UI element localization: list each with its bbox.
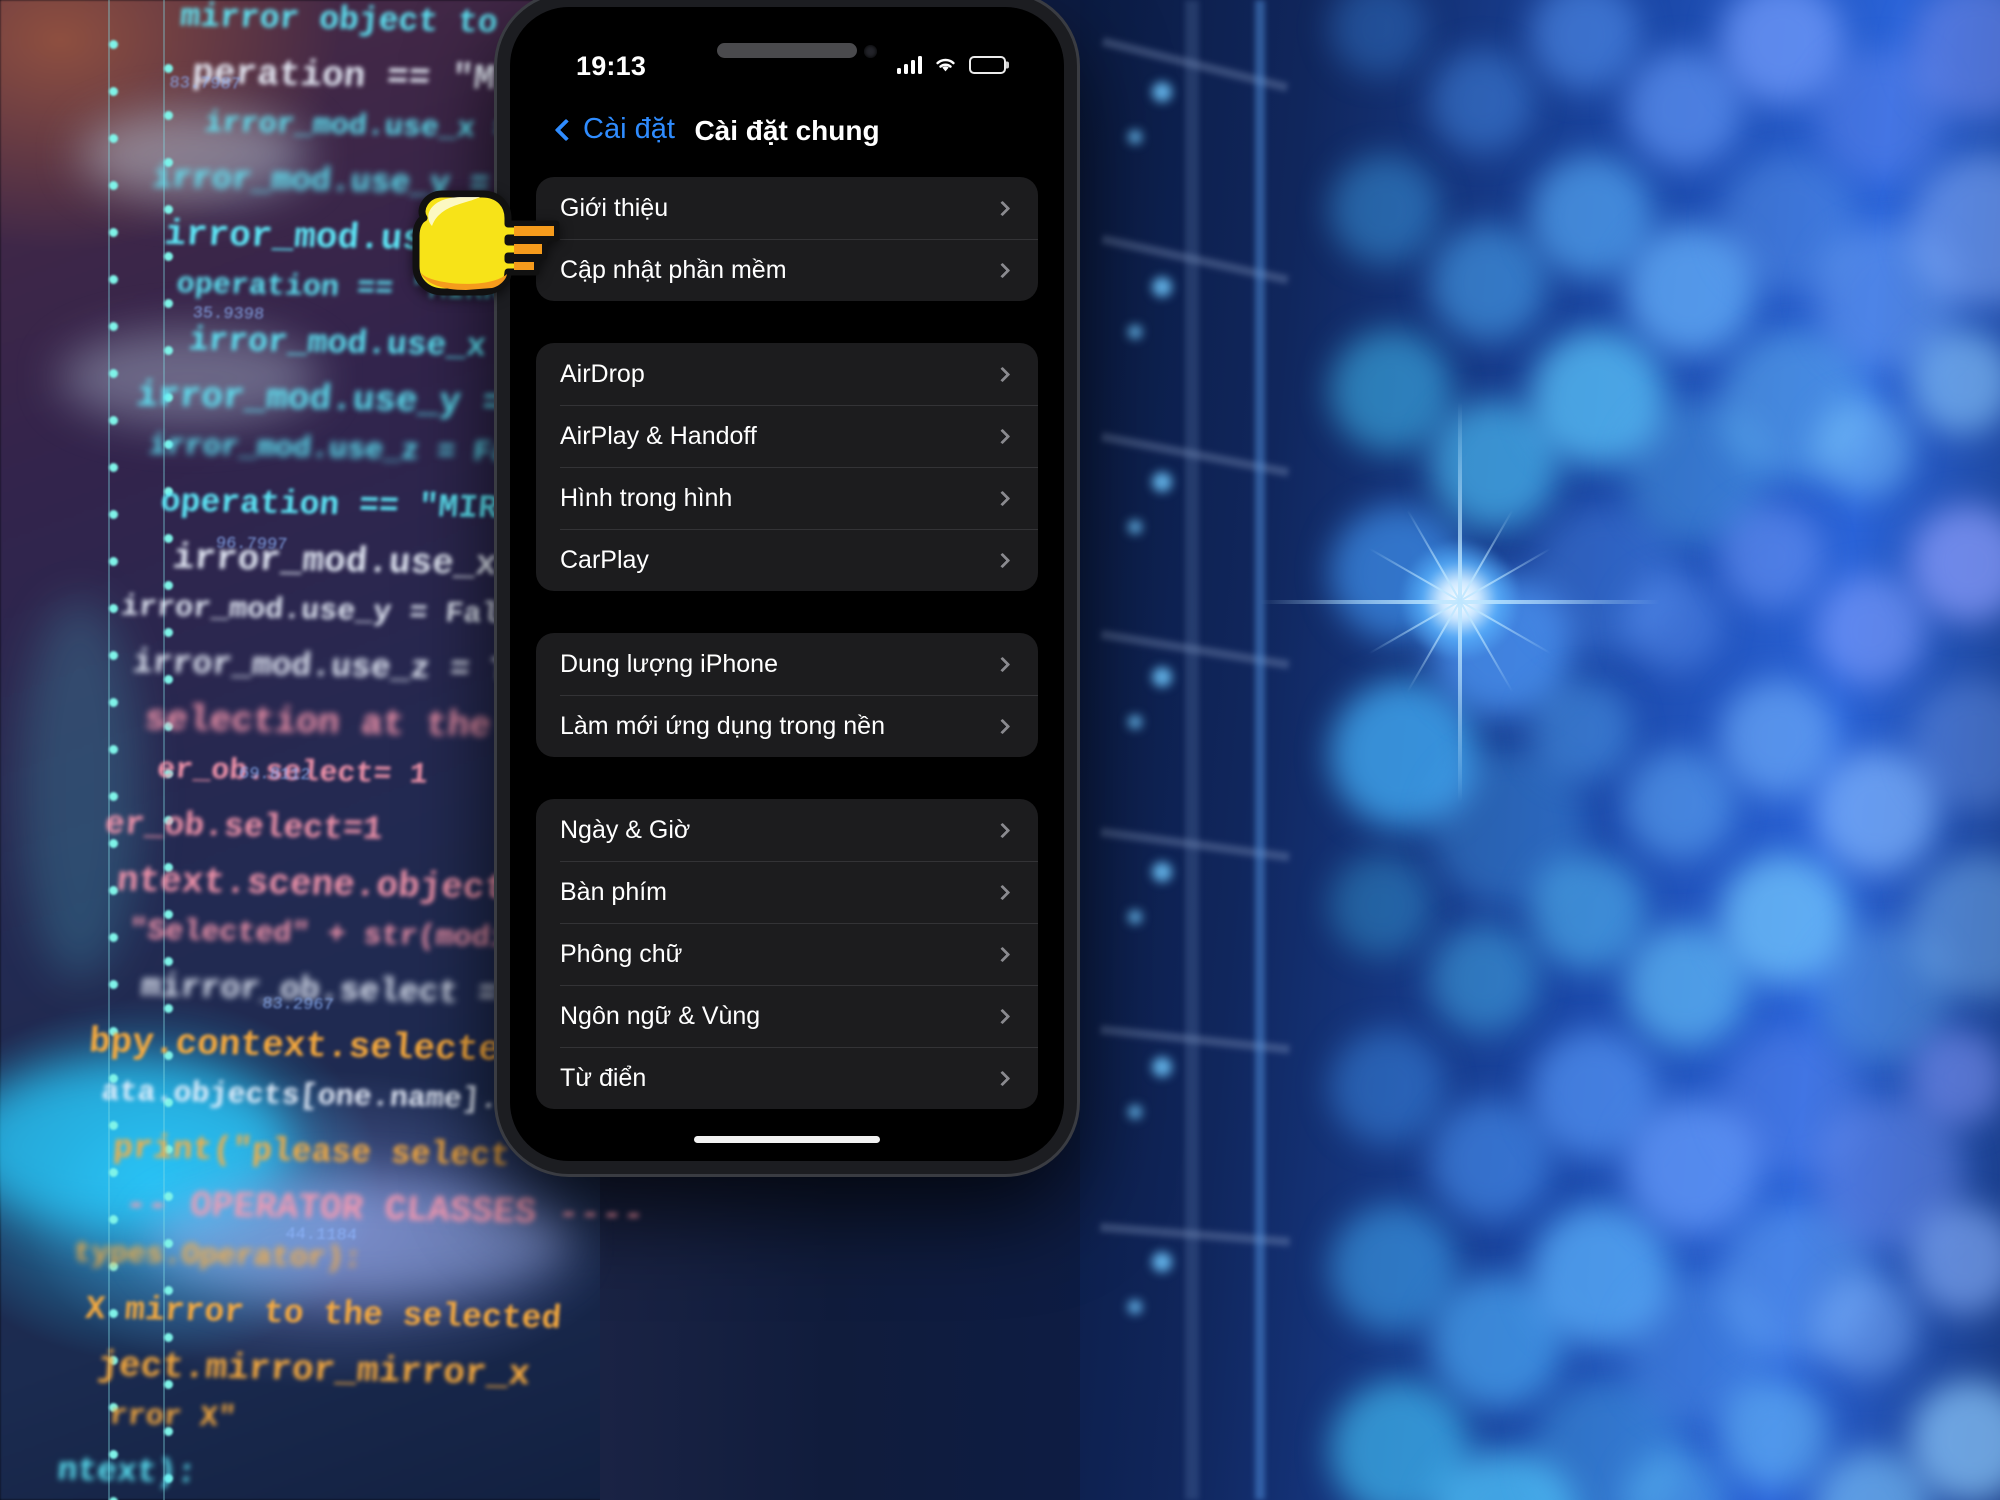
chevron-right-icon [994, 490, 1011, 506]
chevron-right-icon [994, 946, 1011, 962]
iphone-device-frame: 19:13 Cài đặt Cài đặt chung Giới thiệu C… [497, 0, 1077, 1174]
settings-row[interactable]: Từ điển [536, 1047, 1038, 1109]
settings-row-label: Cập nhật phần mềm [560, 255, 787, 284]
pointing-hand-right-emoji [396, 180, 566, 300]
settings-row[interactable]: Dung lượng iPhone [536, 633, 1038, 695]
chevron-left-icon [554, 118, 578, 141]
chevron-right-icon [994, 366, 1011, 382]
settings-list: Giới thiệu Cập nhật phần mềm AirDrop AirPla… [510, 177, 1064, 1161]
settings-row-label: AirPlay & Handoff [560, 421, 757, 450]
chevron-right-icon [994, 884, 1011, 900]
wifi-icon [933, 55, 958, 74]
front-camera [864, 45, 877, 58]
settings-row-label: AirDrop [560, 359, 645, 388]
chevron-right-icon [994, 262, 1011, 278]
settings-row-label: Từ điển [560, 1063, 647, 1092]
settings-row[interactable]: Ngày & Giờ [536, 799, 1038, 861]
earpiece-speaker [717, 43, 857, 58]
group-localization: Ngày & Giờ Bàn phím Phông chữ Ngôn ngữ & Vù… [536, 799, 1038, 1109]
page-title: Cài đặt chung [694, 115, 880, 146]
settings-row-label: Ngày & Giờ [560, 815, 691, 844]
settings-row[interactable]: AirDrop [536, 343, 1038, 405]
settings-row-label: Giới thiệu [560, 193, 669, 222]
battery-icon [969, 55, 1009, 74]
status-bar: 19:13 [510, 7, 1064, 99]
status-time: 19:13 [576, 51, 647, 81]
chevron-right-icon [994, 552, 1011, 568]
settings-row-label: Hình trong hình [560, 483, 733, 512]
settings-row-label: Làm mới ứng dụng trong nền [560, 711, 885, 740]
settings-row-label: CarPlay [560, 545, 649, 574]
chevron-right-icon [994, 1070, 1011, 1086]
group-info: Giới thiệu Cập nhật phần mềm [536, 177, 1038, 301]
cellular-signal-icon [896, 55, 922, 74]
settings-row[interactable]: Giới thiệu [536, 177, 1038, 239]
status-icons [896, 55, 1009, 74]
back-button-label: Cài đặt [583, 113, 675, 145]
settings-row[interactable]: Cập nhật phần mềm [536, 239, 1038, 301]
settings-row[interactable]: Làm mới ứng dụng trong nền [536, 695, 1038, 757]
iphone-screen: 19:13 Cài đặt Cài đặt chung Giới thiệu C… [510, 7, 1064, 1161]
settings-row-label: Phông chữ [560, 939, 683, 968]
chevron-right-icon [994, 200, 1011, 216]
chevron-right-icon [994, 428, 1011, 444]
settings-row[interactable]: Ngôn ngữ & Vùng [536, 985, 1038, 1047]
settings-row[interactable]: Bàn phím [536, 861, 1038, 923]
group-connectivity: AirDrop AirPlay & Handoff Hình trong hình C… [536, 343, 1038, 591]
chevron-right-icon [994, 656, 1011, 672]
settings-row-label: Ngôn ngữ & Vùng [560, 1001, 761, 1030]
back-button[interactable]: Cài đặt [554, 113, 675, 146]
chevron-right-icon [994, 718, 1011, 734]
chevron-right-icon [994, 1008, 1011, 1024]
settings-row[interactable]: CarPlay [536, 529, 1038, 591]
chevron-right-icon [994, 822, 1011, 838]
navigation-bar: Cài đặt Cài đặt chung [510, 99, 1064, 169]
settings-row[interactable]: Hình trong hình [536, 467, 1038, 529]
settings-row-label: Bàn phím [560, 877, 668, 906]
home-indicator [694, 1136, 880, 1143]
settings-row[interactable]: Phông chữ [536, 923, 1038, 985]
settings-row-label: Dung lượng iPhone [560, 649, 778, 678]
group-storage: Dung lượng iPhone Làm mới ứng dụng trong … [536, 633, 1038, 757]
settings-row[interactable]: AirPlay & Handoff [536, 405, 1038, 467]
